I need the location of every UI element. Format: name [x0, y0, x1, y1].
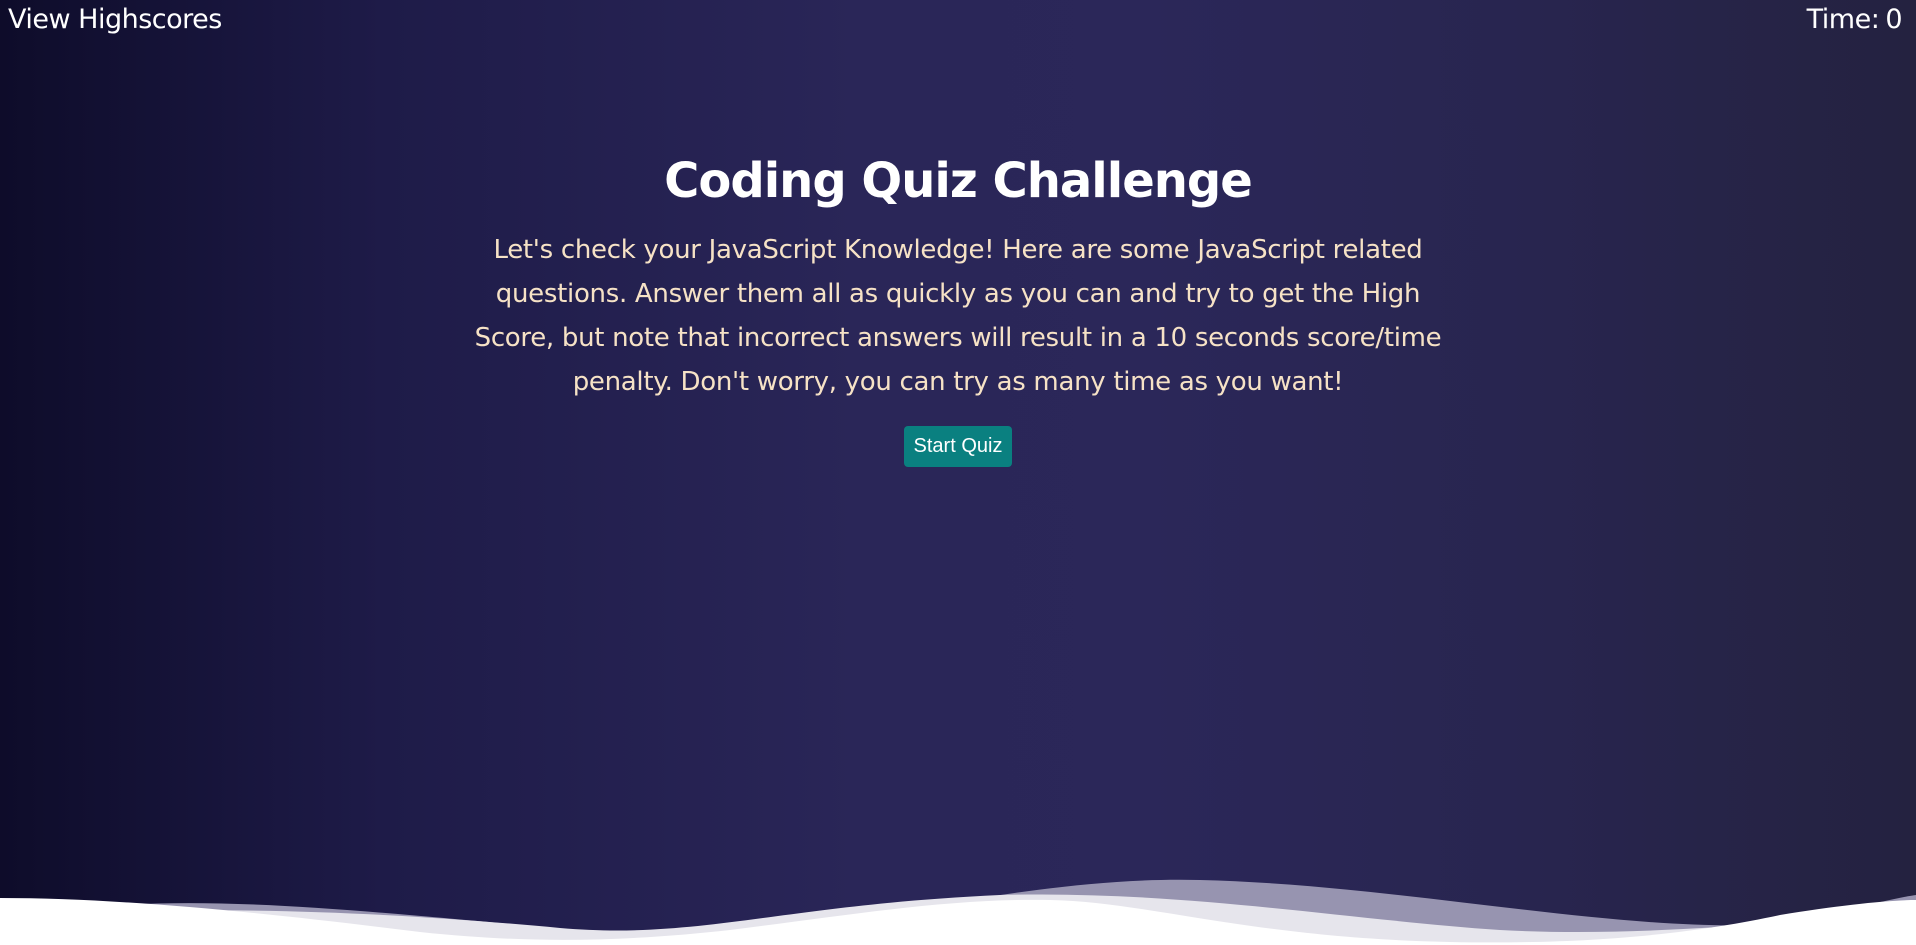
top-bar: View Highscores Time: 0: [0, 0, 1916, 44]
timer-label: Time:: [1806, 4, 1880, 35]
start-screen: Coding Quiz Challenge Let's check your J…: [0, 148, 1916, 467]
intro-text: Let's check your JavaScript Knowledge! H…: [474, 235, 1442, 397]
wave-decoration: [0, 879, 1916, 945]
page-title: Coding Quiz Challenge: [664, 153, 1253, 209]
start-quiz-button[interactable]: Start Quiz: [903, 426, 1013, 467]
timer-value: 0: [1885, 4, 1902, 35]
timer: Time: 0: [1806, 4, 1903, 35]
view-highscores-link[interactable]: View Highscores: [8, 4, 222, 35]
